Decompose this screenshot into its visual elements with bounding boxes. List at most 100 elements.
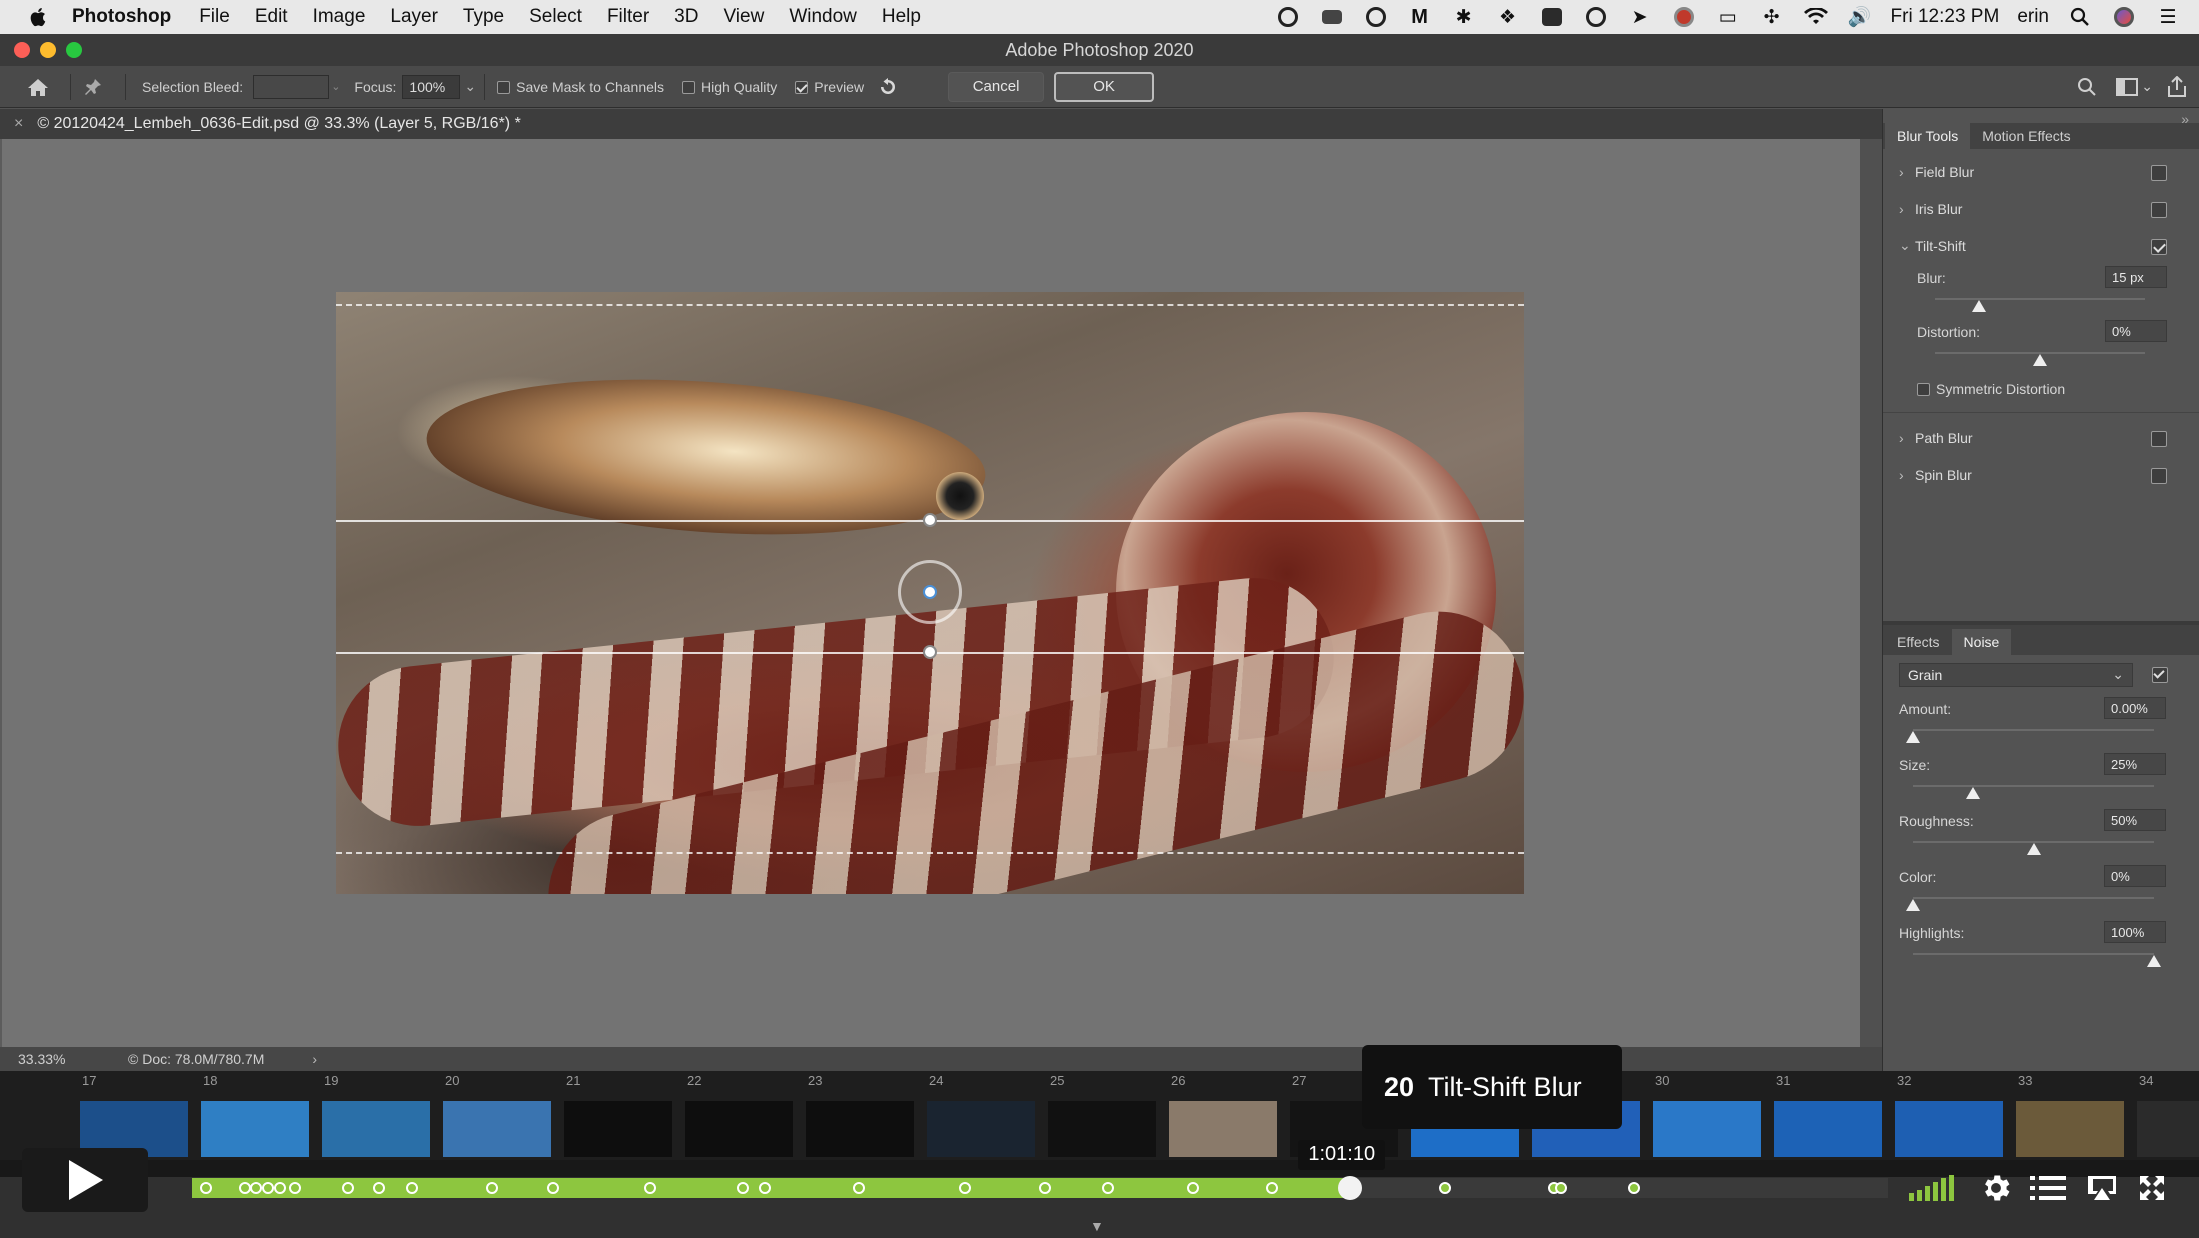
amount-slider-thumb[interactable] bbox=[1906, 731, 1920, 743]
distortion-value-field[interactable]: 0% bbox=[2105, 320, 2167, 342]
apple-icon[interactable] bbox=[28, 6, 50, 28]
bluetooth-icon[interactable]: ✱ bbox=[1451, 6, 1477, 28]
workspace-chevron-icon[interactable]: ⌄ bbox=[2141, 78, 2153, 95]
tilt-shift-feather-line-bottom[interactable] bbox=[336, 852, 1524, 854]
document-image[interactable] bbox=[336, 292, 1524, 894]
home-icon[interactable] bbox=[26, 75, 50, 99]
status-menu-chevron-icon[interactable]: › bbox=[312, 1051, 317, 1067]
amount-slider-track[interactable] bbox=[1913, 729, 2154, 731]
ok-button[interactable]: OK bbox=[1054, 71, 1155, 102]
close-window-button[interactable] bbox=[14, 42, 30, 58]
menu-layer[interactable]: Layer bbox=[390, 6, 438, 28]
blur-value-field[interactable]: 15 px bbox=[2105, 266, 2167, 288]
menubar-user[interactable]: erin bbox=[2017, 6, 2049, 28]
chapter-marker[interactable] bbox=[852, 1182, 865, 1194]
spin-blur-checkbox[interactable] bbox=[2151, 468, 2167, 484]
search-icon[interactable] bbox=[2075, 75, 2099, 99]
settings-gear-icon[interactable] bbox=[1978, 1170, 2014, 1206]
roughness-slider-thumb[interactable] bbox=[2026, 843, 2041, 855]
creative-cloud-icon[interactable] bbox=[1275, 6, 1301, 28]
backup-icon[interactable] bbox=[1539, 6, 1565, 28]
document-tab-title[interactable]: © 20120424_Lembeh_0636-Edit.psd @ 33.3% … bbox=[37, 115, 520, 133]
color-slider-thumb[interactable] bbox=[1906, 899, 1920, 911]
volume-icon[interactable] bbox=[1908, 1170, 1958, 1206]
chapter-marker[interactable] bbox=[1101, 1182, 1114, 1194]
save-mask-checkbox[interactable]: Save Mask to Channels bbox=[497, 79, 664, 95]
share-icon[interactable] bbox=[2165, 75, 2189, 99]
vertical-scrollbar[interactable] bbox=[1860, 139, 1882, 1047]
chevron-right-icon[interactable]: › bbox=[1899, 201, 1915, 217]
cancel-button[interactable]: Cancel bbox=[948, 71, 1045, 102]
chevron-right-icon[interactable]: › bbox=[1899, 467, 1915, 483]
tab-noise[interactable]: Noise bbox=[1951, 629, 2012, 655]
close-document-icon[interactable]: × bbox=[14, 115, 23, 133]
progress-bar[interactable] bbox=[192, 1178, 1888, 1198]
roughness-value-field[interactable]: 50% bbox=[2104, 809, 2166, 831]
menu-select[interactable]: Select bbox=[529, 6, 582, 28]
blur-slider-thumb[interactable] bbox=[1972, 300, 1987, 312]
chevron-right-icon[interactable]: › bbox=[1899, 430, 1915, 446]
highlights-value-field[interactable]: 100% bbox=[2104, 921, 2166, 943]
record-icon[interactable] bbox=[1671, 6, 1697, 28]
menu-3d[interactable]: 3D bbox=[674, 6, 698, 28]
chapter-marker[interactable] bbox=[1627, 1182, 1640, 1194]
panel-collapse-icon[interactable]: » bbox=[2181, 111, 2189, 127]
chevron-down-icon[interactable]: ⌄ bbox=[331, 80, 340, 93]
tab-effects[interactable]: Effects bbox=[1885, 629, 1952, 655]
tab-blur-tools[interactable]: Blur Tools bbox=[1885, 123, 1971, 149]
chapter-marker[interactable] bbox=[342, 1182, 355, 1194]
pin-tool-icon[interactable] bbox=[81, 75, 105, 99]
screen-icon[interactable] bbox=[1319, 6, 1345, 28]
menu-window[interactable]: Window bbox=[789, 6, 857, 28]
siri-icon[interactable] bbox=[2111, 6, 2137, 28]
color-value-field[interactable]: 0% bbox=[2104, 865, 2166, 887]
field-blur-checkbox[interactable] bbox=[2151, 165, 2167, 181]
chevron-down-icon[interactable]: ⌄ bbox=[1899, 237, 1915, 254]
forward-icon[interactable]: ➤ bbox=[1627, 6, 1653, 28]
size-slider-thumb[interactable] bbox=[1966, 787, 1981, 799]
rotate-handle-top[interactable] bbox=[923, 513, 937, 527]
chapter-marker[interactable] bbox=[1039, 1182, 1052, 1194]
chapter-marker[interactable] bbox=[1439, 1182, 1452, 1194]
focus-field[interactable]: 100% bbox=[402, 74, 461, 99]
info-icon[interactable] bbox=[1583, 6, 1609, 28]
iris-blur-row[interactable]: › Iris Blur bbox=[1883, 190, 2199, 227]
highlights-slider-thumb[interactable] bbox=[2147, 955, 2161, 967]
noise-type-dropdown[interactable]: Grain ⌄ bbox=[1899, 663, 2133, 687]
zoom-level[interactable]: 33.33% bbox=[18, 1051, 108, 1067]
menubar-clock[interactable]: Fri 12:23 PM bbox=[1891, 6, 2000, 28]
chapter-marker[interactable] bbox=[1186, 1182, 1199, 1194]
high-quality-checkbox[interactable]: High Quality bbox=[682, 79, 777, 95]
malwarebytes-icon[interactable]: M bbox=[1407, 6, 1433, 28]
airplay-icon[interactable] bbox=[2084, 1170, 2120, 1206]
chapter-marker[interactable] bbox=[199, 1182, 212, 1194]
play-button[interactable] bbox=[22, 1148, 148, 1212]
collapse-player-icon[interactable]: ▼ bbox=[1090, 1218, 1104, 1234]
field-blur-row[interactable]: › Field Blur bbox=[1883, 153, 2199, 190]
fullscreen-icon[interactable] bbox=[2134, 1170, 2170, 1206]
rotate-handle-bottom[interactable] bbox=[923, 645, 937, 659]
chapters-list-icon[interactable] bbox=[2030, 1170, 2066, 1206]
tilt-shift-center-pin[interactable] bbox=[923, 585, 937, 599]
menu-app-photoshop[interactable]: Photoshop bbox=[72, 6, 171, 28]
blur-slider-track[interactable] bbox=[1935, 298, 2145, 300]
chapter-marker[interactable] bbox=[643, 1182, 656, 1194]
size-value-field[interactable]: 25% bbox=[2104, 753, 2166, 775]
selection-bleed-field[interactable] bbox=[253, 74, 330, 99]
menu-edit[interactable]: Edit bbox=[255, 6, 288, 28]
symmetric-distortion-checkbox[interactable]: Symmetric Distortion bbox=[1883, 372, 2199, 406]
distortion-slider-thumb[interactable] bbox=[2033, 354, 2047, 366]
airplay-icon[interactable]: ▭ bbox=[1715, 6, 1741, 28]
path-blur-row[interactable]: › Path Blur bbox=[1883, 419, 2199, 456]
tab-motion-effects[interactable]: Motion Effects bbox=[1970, 123, 2082, 149]
menu-help[interactable]: Help bbox=[882, 6, 921, 28]
onepassword-icon[interactable] bbox=[1363, 6, 1389, 28]
chevron-right-icon[interactable]: › bbox=[1899, 164, 1915, 180]
zoom-window-button[interactable] bbox=[66, 42, 82, 58]
size-slider-track[interactable] bbox=[1913, 785, 2154, 787]
notification-center-icon[interactable]: ☰ bbox=[2155, 6, 2181, 28]
tilt-shift-checkbox[interactable] bbox=[2151, 239, 2167, 255]
menu-image[interactable]: Image bbox=[313, 6, 366, 28]
tilt-shift-row[interactable]: ⌄ Tilt-Shift bbox=[1883, 227, 2199, 264]
chapter-marker[interactable] bbox=[1554, 1182, 1567, 1194]
